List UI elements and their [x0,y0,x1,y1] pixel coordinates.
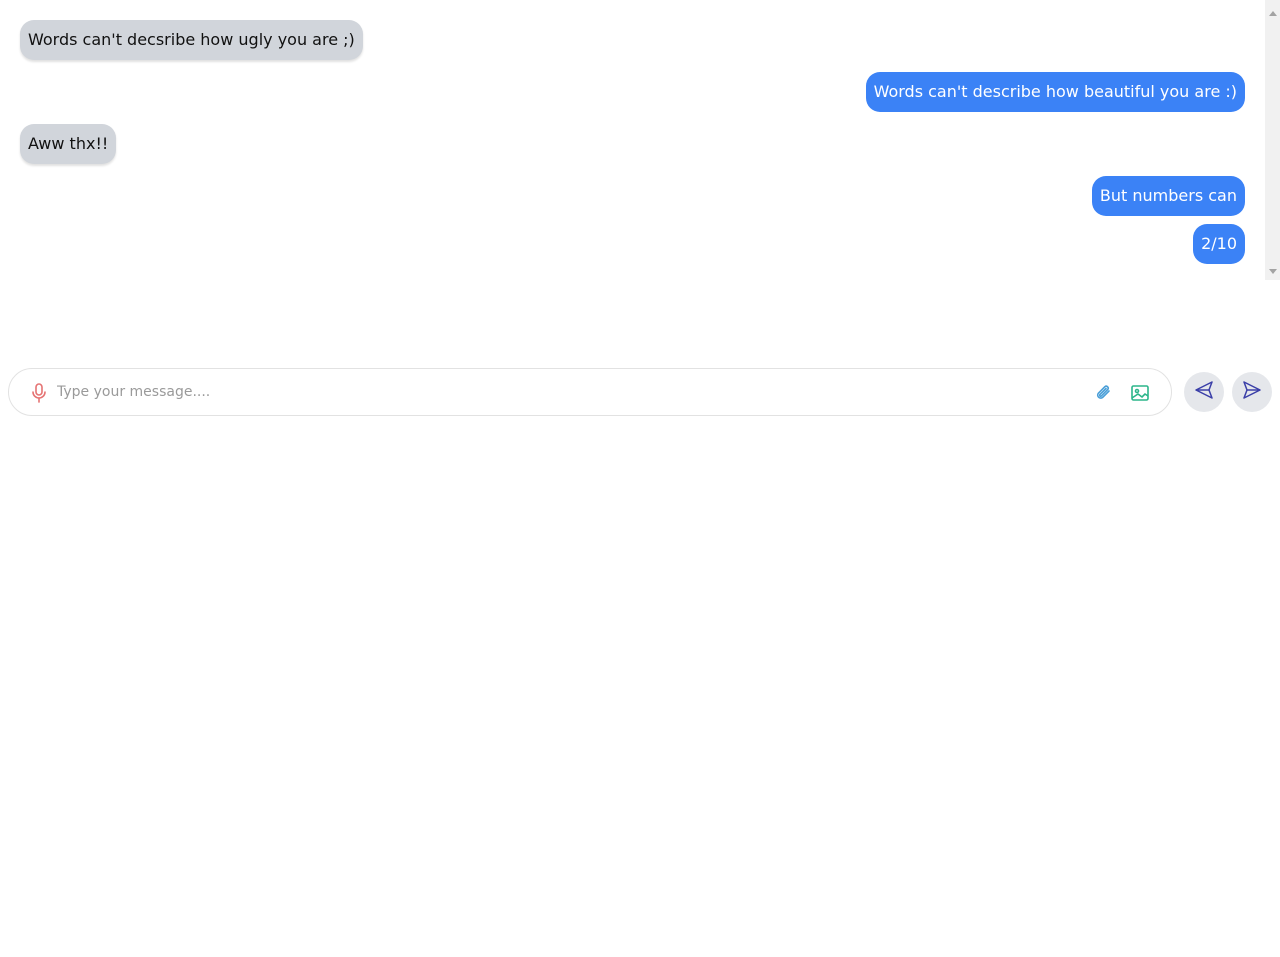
message-list-scrollbar[interactable] [1265,0,1280,280]
message-outgoing: But numbers can [1091,176,1245,216]
message-outgoing: 2/10 [1193,224,1245,264]
send-button[interactable] [1232,372,1272,412]
microphone-icon[interactable] [29,382,49,404]
message-incoming: Aww thx!! [20,124,117,164]
paperclip-icon[interactable] [1094,382,1114,404]
message-incoming: Words can't decsribe how ugly you are ;) [20,20,363,60]
send-left-icon [1194,380,1214,404]
send-left-button[interactable] [1184,372,1224,412]
scroll-up-arrow-icon[interactable] [1269,11,1277,16]
message-composer [8,368,1172,416]
message-list[interactable]: Words can't decsribe how ugly you are ;)… [0,0,1265,280]
scroll-down-arrow-icon[interactable] [1269,269,1277,274]
chat-area: Words can't decsribe how ugly you are ;)… [0,0,1280,280]
message-outgoing: Words can't describe how beautiful you a… [865,72,1245,112]
message-input[interactable] [57,377,1077,407]
send-icon [1242,380,1262,404]
image-icon[interactable] [1130,382,1150,404]
